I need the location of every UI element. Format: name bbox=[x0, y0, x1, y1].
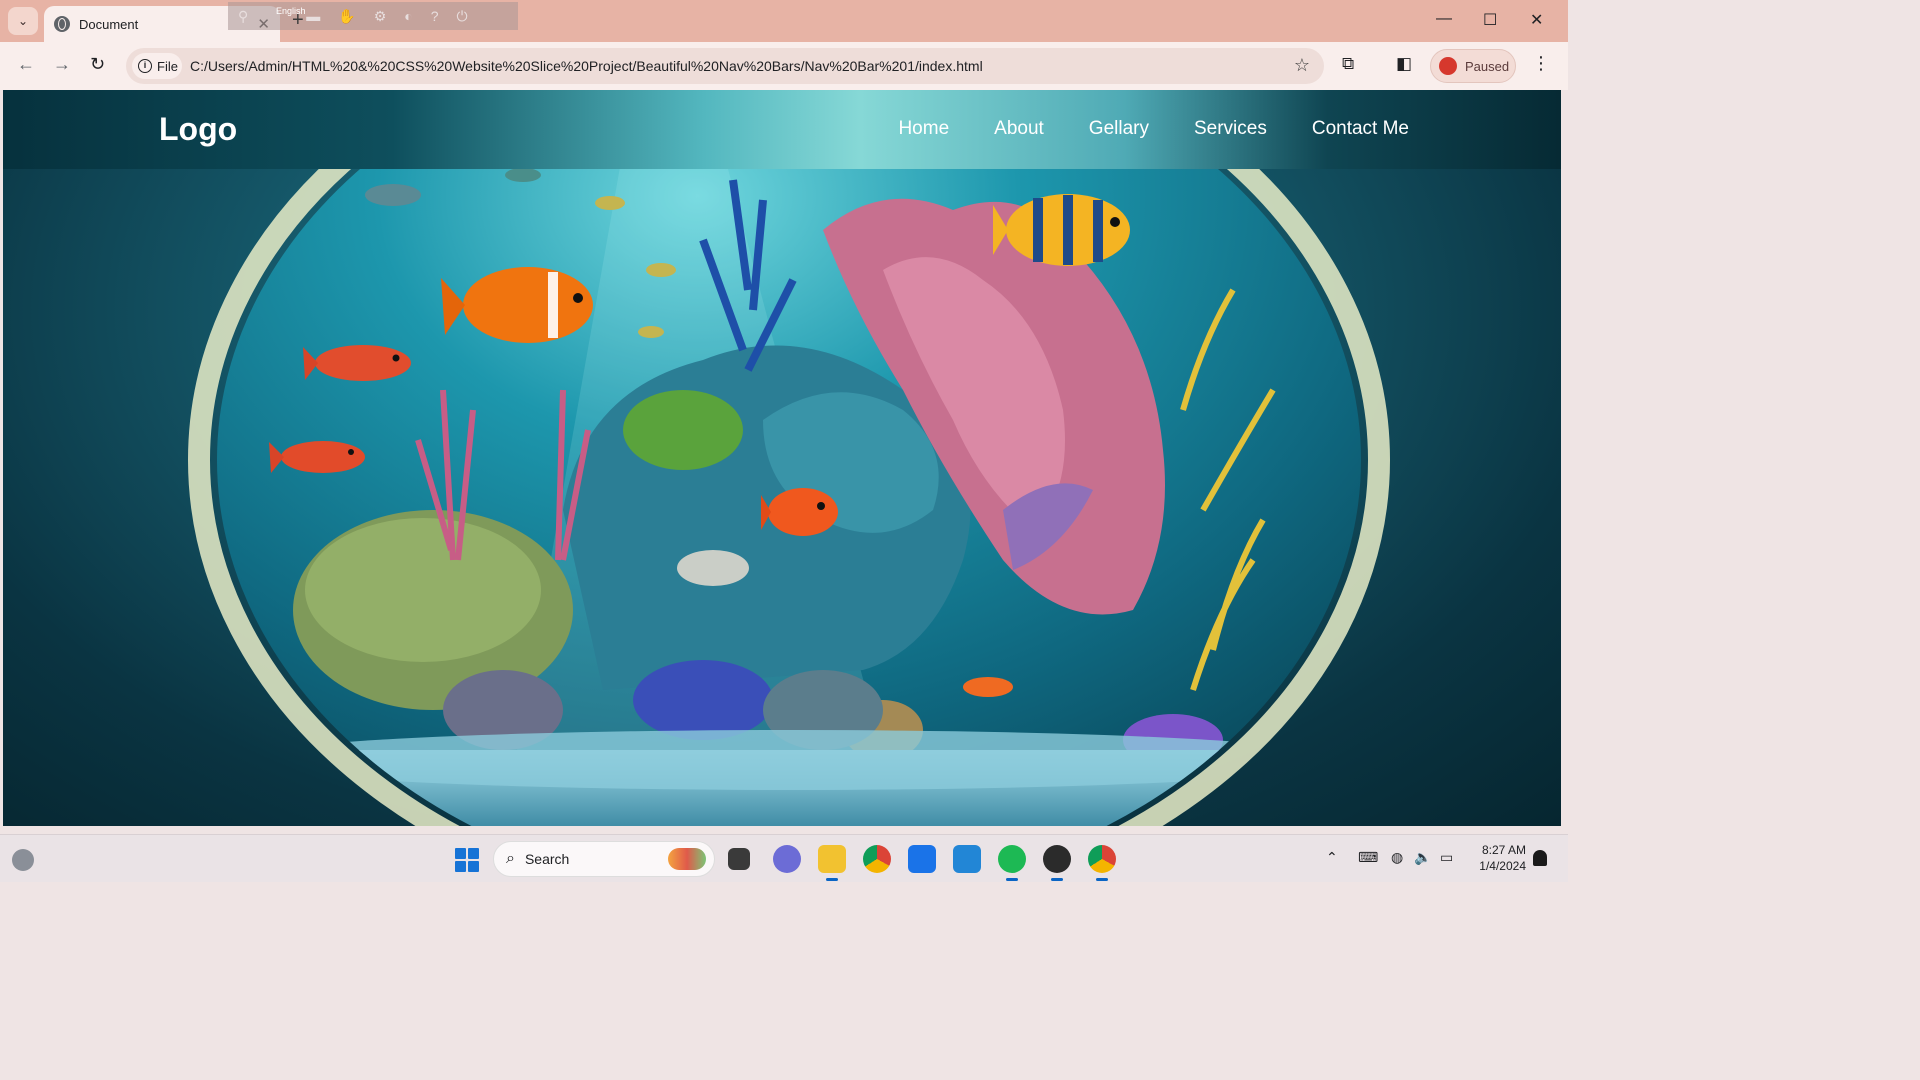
tab-title: Document bbox=[79, 16, 139, 32]
nav-about[interactable]: About bbox=[994, 118, 1044, 140]
page-bottom-strip bbox=[0, 826, 1568, 834]
site-navbar: Logo Home About Gellary Services Contact… bbox=[3, 90, 1561, 169]
hero-aquarium-image bbox=[188, 90, 1390, 826]
media-player-icon[interactable] bbox=[1043, 845, 1071, 881]
nav-home[interactable]: Home bbox=[898, 118, 949, 140]
windows-taskbar: ⌕ Search ⌃ ⌨ ◍ 🔈 ▭ 8:27 AM 1/4/2024 bbox=[0, 834, 1568, 882]
page-viewport: Logo Home About Gellary Services Contact… bbox=[3, 90, 1561, 826]
extensions-icon[interactable]: ⧉ bbox=[1342, 54, 1354, 74]
notification-bell-icon[interactable] bbox=[1533, 850, 1547, 866]
minimize-icon[interactable]: — bbox=[1436, 10, 1452, 28]
weather-widget-icon[interactable] bbox=[12, 849, 34, 871]
tray-chevron-icon[interactable]: ⌃ bbox=[1326, 849, 1338, 866]
profile-button[interactable]: Paused bbox=[1430, 49, 1516, 83]
power-icon[interactable]: ⏻ bbox=[457, 8, 468, 25]
browser-titlebar: ⌄ Document ✕ ⚲ English ▬ ✋ ⚙ ◐ ? ⏻ + — ☐… bbox=[0, 0, 1568, 42]
url-text[interactable]: C:/Users/Admin/HTML%20&%20CSS%20Website%… bbox=[190, 58, 983, 74]
site-info-label: File bbox=[157, 58, 178, 74]
maximize-icon[interactable]: ☐ bbox=[1483, 10, 1497, 30]
site-info-chip[interactable]: i File bbox=[132, 53, 182, 79]
search-label: Search bbox=[524, 851, 570, 867]
keyboard-icon[interactable]: ⌨ bbox=[1358, 849, 1378, 866]
system-clock[interactable]: 8:27 AM 1/4/2024 bbox=[1470, 842, 1526, 874]
search-highlight-image bbox=[668, 848, 706, 870]
back-arrow-icon[interactable]: ← bbox=[17, 54, 35, 75]
clock-date: 1/4/2024 bbox=[1479, 859, 1526, 873]
vscode-icon[interactable] bbox=[953, 845, 981, 873]
volume-icon[interactable]: 🔈 bbox=[1414, 849, 1431, 866]
clock-time: 8:27 AM bbox=[1481, 843, 1526, 857]
network-icon[interactable]: ◍ bbox=[1391, 849, 1403, 866]
start-button[interactable] bbox=[455, 848, 479, 872]
nav-services[interactable]: Services bbox=[1194, 118, 1267, 140]
bookmark-star-icon[interactable]: ☆ bbox=[1294, 55, 1310, 76]
chrome-active-icon[interactable] bbox=[1088, 845, 1116, 881]
battery-icon[interactable]: ▭ bbox=[1440, 849, 1453, 866]
close-window-icon[interactable]: ✕ bbox=[1530, 10, 1543, 30]
nav-contact[interactable]: Contact Me bbox=[1312, 118, 1409, 140]
edge-icon[interactable]: ◐ bbox=[404, 8, 412, 24]
reload-icon[interactable]: ↻ bbox=[90, 54, 105, 75]
forward-arrow-icon[interactable]: → bbox=[53, 54, 71, 75]
more-menu-icon[interactable]: ⋮ bbox=[1532, 53, 1550, 74]
minimize-bar-icon[interactable]: ▬ bbox=[306, 8, 320, 24]
tab-search-button[interactable]: ⌄ bbox=[8, 7, 38, 35]
search-icon: ⌕ bbox=[506, 850, 515, 867]
task-view-icon[interactable] bbox=[728, 848, 750, 870]
site-logo[interactable]: Logo bbox=[159, 111, 237, 148]
gear-icon[interactable]: ⚙ bbox=[374, 8, 387, 25]
profile-status: Paused bbox=[1465, 58, 1510, 74]
hand-icon[interactable]: ✋ bbox=[338, 8, 355, 25]
globe-icon bbox=[54, 16, 70, 32]
side-panel-icon[interactable]: ◧ bbox=[1396, 54, 1412, 74]
mail-icon[interactable] bbox=[908, 845, 936, 873]
search-icon[interactable]: ⚲ bbox=[238, 8, 248, 25]
avatar bbox=[1439, 57, 1457, 75]
new-tab-button[interactable]: + bbox=[292, 9, 304, 32]
taskbar-search[interactable]: ⌕ Search bbox=[493, 841, 715, 877]
floating-toolbar: ⚲ English ▬ ✋ ⚙ ◐ ? ⏻ bbox=[228, 2, 518, 30]
help-icon[interactable]: ? bbox=[431, 8, 439, 24]
file-explorer-icon[interactable] bbox=[818, 845, 846, 881]
browser-toolbar: ← → ↻ i File C:/Users/Admin/HTML%20&%20C… bbox=[0, 42, 1568, 90]
chrome-icon[interactable] bbox=[863, 845, 891, 873]
teams-chat-icon[interactable] bbox=[773, 845, 801, 873]
spotify-icon[interactable] bbox=[998, 845, 1026, 881]
info-icon: i bbox=[138, 59, 152, 73]
address-bar[interactable]: i File C:/Users/Admin/HTML%20&%20CSS%20W… bbox=[126, 48, 1324, 84]
nav-gallery[interactable]: Gellary bbox=[1089, 118, 1149, 140]
nav-links: Home About Gellary Services Contact Me bbox=[898, 118, 1409, 140]
